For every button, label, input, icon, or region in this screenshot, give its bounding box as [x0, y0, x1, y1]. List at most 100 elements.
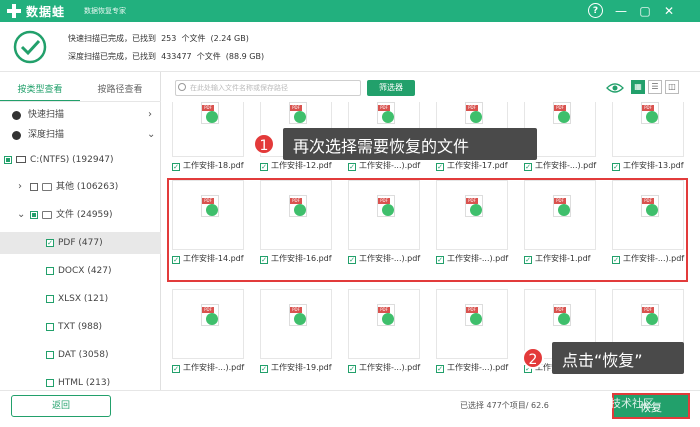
document-icon	[42, 211, 52, 219]
file-thumbnail[interactable]: PDF	[260, 289, 332, 359]
file-item[interactable]: PDF ✓ 工作安排-13.pdf	[605, 102, 687, 180]
grid-view-icon[interactable]: ▦	[631, 80, 645, 94]
pdf-file-icon: PDF	[377, 102, 395, 124]
step-number-badge: 2	[522, 347, 544, 369]
checked-checkbox[interactable]: ✓	[348, 163, 356, 171]
sidebar-item-quick-scan[interactable]: 快速扫描 ›	[0, 104, 161, 126]
file-name-label: 工作安排-18.pdf	[183, 161, 244, 170]
checked-checkbox[interactable]: ✓	[348, 365, 356, 373]
left-sidebar: 按类型查看 按路径查看 快速扫描 › 深度扫描 ⌄ C:(NTFS) (1929…	[0, 72, 161, 390]
tree-item-label: DOCX (427)	[58, 266, 112, 276]
file-name-label: 工作安排-...).pdf	[359, 363, 421, 372]
checked-checkbox[interactable]: ✓	[260, 163, 268, 171]
sidebar-item-label: 快速扫描	[28, 110, 65, 120]
list-view-icon[interactable]: ☰	[648, 80, 662, 94]
sidebar-item-deep-scan[interactable]: 深度扫描 ⌄	[0, 124, 161, 146]
checkbox[interactable]	[30, 183, 38, 191]
tree-item-label: DAT (3058)	[58, 350, 109, 360]
app-logo-icon	[7, 4, 21, 18]
file-name: ✓工作安排-...).pdf	[348, 362, 428, 374]
file-name: ✓工作安排-...).pdf	[524, 160, 604, 172]
tree-item-label: XLSX (121)	[58, 294, 109, 304]
tree-item-dat[interactable]: DAT (3058)	[0, 344, 161, 366]
tab-by-type[interactable]: 按类型查看	[0, 80, 80, 102]
chevron-right-icon[interactable]: ›	[148, 104, 152, 126]
minimize-icon[interactable]: —	[612, 2, 630, 20]
file-name: ✓ 工作安排-13.pdf	[612, 160, 692, 172]
checkbox[interactable]	[46, 351, 54, 359]
file-name-label: 工作安排-...).pdf	[359, 161, 421, 170]
tree-item-drive[interactable]: C:(NTFS) (192947)	[0, 149, 161, 171]
pdf-file-icon: PDF	[201, 102, 219, 124]
checked-checkbox[interactable]: ✓	[524, 163, 532, 171]
partial-checkbox[interactable]	[4, 156, 12, 164]
callout-text: 点击“恢复”	[562, 351, 643, 370]
file-item[interactable]: PDF ✓工作安排-...).pdf	[341, 289, 423, 382]
checked-checkbox[interactable]: ✓	[436, 163, 444, 171]
chevron-right-icon[interactable]: ›	[18, 176, 22, 198]
file-thumbnail[interactable]: PDF	[436, 289, 508, 359]
selection-status: 已选择 477个项目/ 62.6	[460, 401, 549, 410]
deep-scan-status: 深度扫描已完成，已找到 433477 个文件 (88.9 GB)	[68, 52, 265, 61]
tree-item-label: PDF (477)	[58, 238, 103, 248]
checkbox[interactable]	[46, 267, 54, 275]
checked-checkbox[interactable]: ✓	[612, 163, 620, 171]
pdf-file-icon: PDF	[553, 102, 571, 124]
tree-item-xlsx[interactable]: XLSX (121)	[0, 288, 161, 310]
tab-divider	[0, 101, 161, 102]
checkbox[interactable]	[46, 323, 54, 331]
checkbox[interactable]	[46, 295, 54, 303]
bullet-icon	[12, 131, 21, 140]
file-name: ✓工作安排-...).pdf	[436, 362, 516, 374]
title-bar: 数据蛙 数据恢复专家 ? — ▢ ✕	[0, 0, 700, 22]
file-thumbnail[interactable]: PDF	[172, 102, 244, 157]
step2-callout: 2 点击“恢复”	[522, 342, 684, 374]
checkbox[interactable]	[46, 379, 54, 387]
checked-checkbox[interactable]: ✓	[172, 163, 180, 171]
file-name: ✓ 工作安排-18.pdf	[172, 160, 252, 172]
file-name: ✓工作安排-...).pdf	[172, 362, 252, 374]
pdf-file-icon: PDF	[289, 304, 307, 326]
checked-checkbox[interactable]: ✓	[172, 365, 180, 373]
back-button[interactable]: 返回	[11, 395, 111, 417]
filter-button[interactable]: 筛选器	[367, 80, 415, 96]
file-name: ✓ 工作安排-17.pdf	[436, 160, 516, 172]
tree-item-pdf[interactable]: ✓ PDF (477)	[0, 232, 161, 254]
file-item[interactable]: PDF ✓ 工作安排-19.pdf	[253, 289, 335, 382]
detail-view-icon[interactable]: ◫	[665, 80, 679, 94]
tree-item-label: HTML (213)	[58, 378, 111, 388]
eye-icon[interactable]	[606, 81, 624, 95]
search-icon	[178, 83, 186, 91]
tree-item-other[interactable]: › 其他 (106263)	[0, 176, 161, 198]
drive-icon	[16, 156, 26, 163]
pdf-file-icon: PDF	[465, 304, 483, 326]
help-icon[interactable]: ?	[588, 3, 603, 18]
pdf-file-icon: PDF	[465, 102, 483, 124]
close-icon[interactable]: ✕	[660, 2, 678, 20]
pdf-file-icon: PDF	[377, 304, 395, 326]
file-item[interactable]: PDF ✓工作安排-...).pdf	[165, 289, 247, 382]
file-item[interactable]: PDF ✓工作安排-...).pdf	[429, 289, 511, 382]
tree-item-files[interactable]: ⌄ 文件 (24959)	[0, 204, 161, 226]
checked-checkbox[interactable]: ✓	[260, 365, 268, 373]
tab-by-path[interactable]: 按路径查看	[80, 80, 160, 102]
file-thumbnail[interactable]: PDF	[172, 289, 244, 359]
partial-checkbox[interactable]	[30, 211, 38, 219]
file-name-label: 工作安排-...).pdf	[183, 363, 245, 372]
file-thumbnail[interactable]: PDF	[612, 102, 684, 157]
callout-text: 再次选择需要恢复的文件	[293, 137, 470, 156]
tree-item-docx[interactable]: DOCX (427)	[0, 260, 161, 282]
file-name-label: 工作安排-12.pdf	[271, 161, 332, 170]
sidebar-item-label: 深度扫描	[28, 130, 65, 140]
tree-item-txt[interactable]: TXT (988)	[0, 316, 161, 338]
maximize-icon[interactable]: ▢	[636, 2, 654, 20]
file-thumbnail[interactable]: PDF	[348, 289, 420, 359]
search-input[interactable]: 在此处输入文件名称或保存路径	[175, 80, 361, 96]
file-item[interactable]: PDF ✓ 工作安排-18.pdf	[165, 102, 247, 180]
chevron-down-icon[interactable]: ⌄	[17, 204, 25, 226]
chevron-down-icon[interactable]: ⌄	[147, 124, 155, 146]
checked-checkbox[interactable]: ✓	[436, 365, 444, 373]
checked-checkbox[interactable]: ✓	[46, 239, 54, 247]
selection-highlight-box	[167, 178, 688, 282]
tree-item-html[interactable]: HTML (213)	[0, 372, 161, 390]
